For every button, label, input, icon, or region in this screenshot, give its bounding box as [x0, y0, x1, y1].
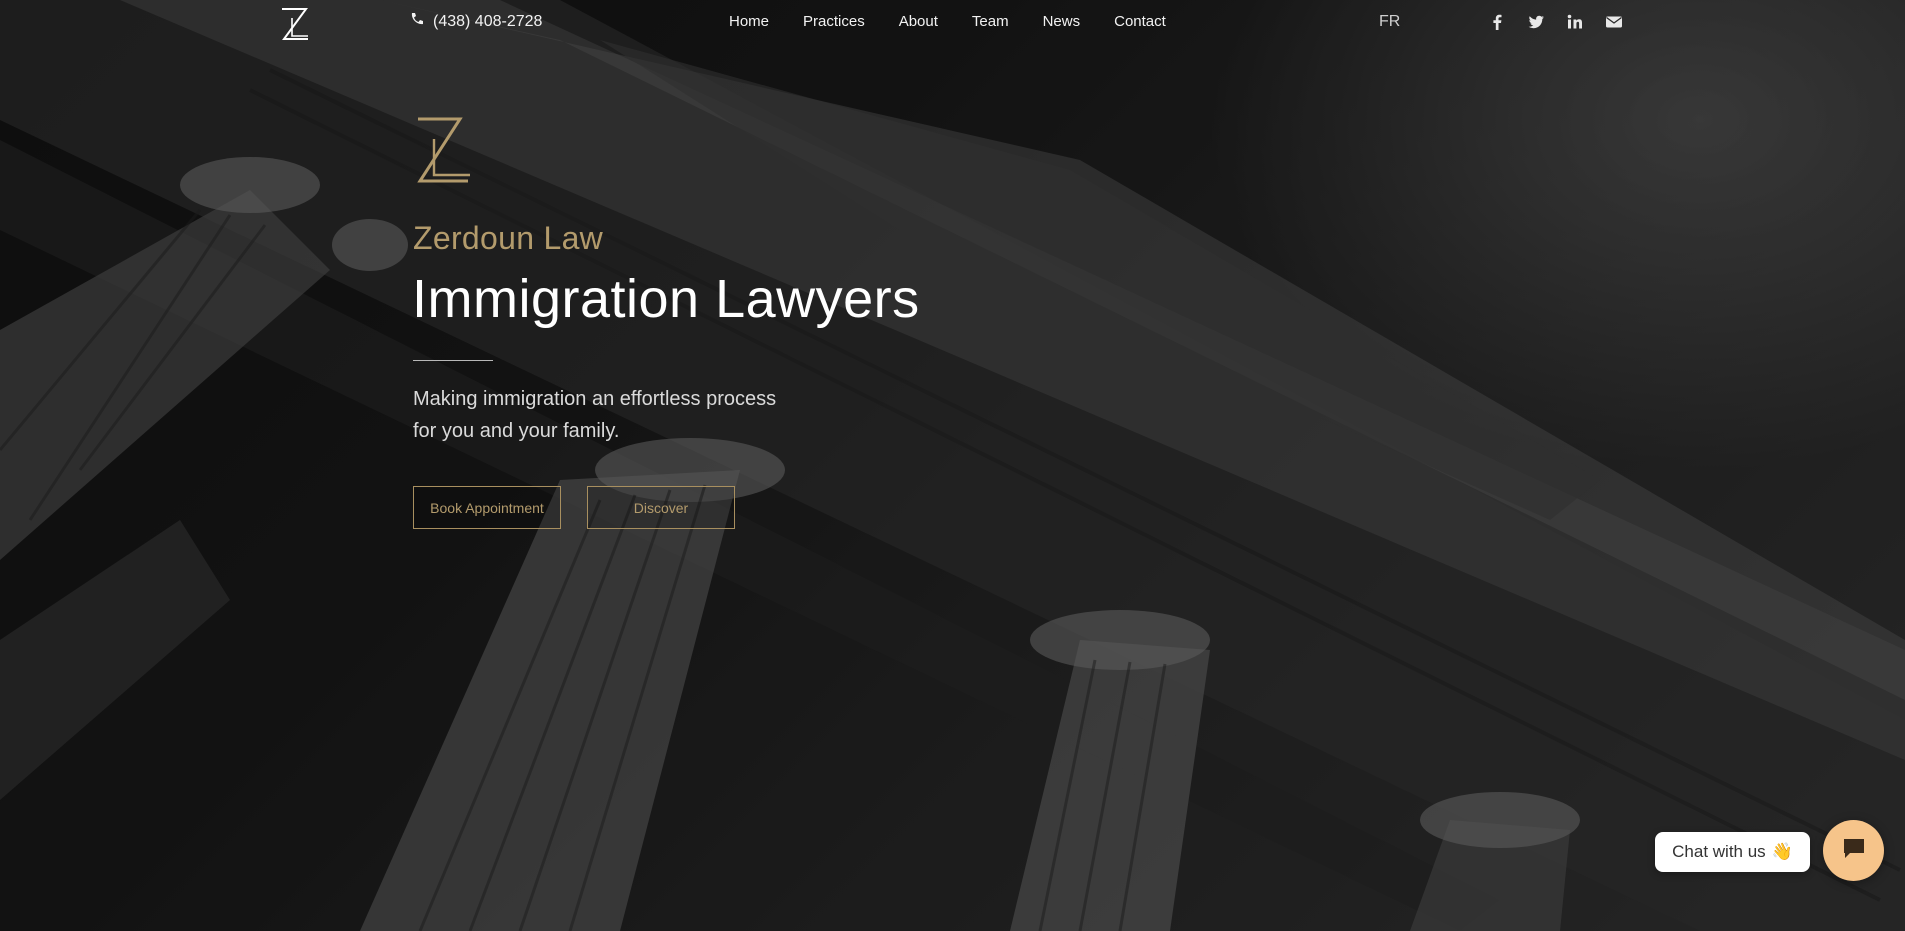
dark-overlay — [0, 0, 1905, 931]
chat-button[interactable] — [1823, 820, 1884, 881]
chat-invitation[interactable]: Chat with us 👋 — [1655, 832, 1810, 872]
main-menu: Home Practices About Team News Contact — [729, 13, 1166, 30]
twitter-icon[interactable] — [1525, 11, 1547, 33]
phone-text: (438) 408-2728 — [433, 12, 543, 30]
chat-bubble-icon — [1841, 835, 1867, 866]
chat-label: Chat with us — [1672, 842, 1766, 861]
envelope-icon[interactable] — [1603, 11, 1625, 33]
firm-logo — [412, 115, 474, 189]
menu-item-practices[interactable]: Practices — [803, 13, 865, 30]
tagline: Making immigration an effortless process… — [413, 388, 777, 442]
wave-emoji-icon: 👋 — [1771, 842, 1793, 861]
language-switch[interactable]: FR — [1379, 13, 1400, 31]
firm-name: Zerdoun Law — [413, 220, 604, 256]
social-links — [1486, 11, 1625, 33]
divider — [413, 360, 493, 361]
facebook-icon[interactable] — [1486, 11, 1508, 33]
phone-icon — [410, 12, 424, 31]
logo-small[interactable] — [278, 6, 312, 42]
discover-button[interactable]: Discover — [587, 486, 735, 529]
book-appointment-button[interactable]: Book Appointment — [413, 486, 561, 529]
menu-item-contact[interactable]: Contact — [1114, 13, 1166, 30]
linkedin-icon[interactable] — [1564, 11, 1586, 33]
menu-item-home[interactable]: Home — [729, 13, 769, 30]
page-title: Immigration Lawyers — [412, 269, 920, 329]
hero-background — [0, 0, 1905, 931]
menu-item-news[interactable]: News — [1043, 13, 1081, 30]
phone-number[interactable]: (438) 408-2728 — [410, 12, 542, 31]
menu-item-team[interactable]: Team — [972, 13, 1009, 30]
menu-item-about[interactable]: About — [899, 13, 938, 30]
top-navigation: (438) 408-2728 Home Practices About Team… — [0, 0, 1905, 46]
